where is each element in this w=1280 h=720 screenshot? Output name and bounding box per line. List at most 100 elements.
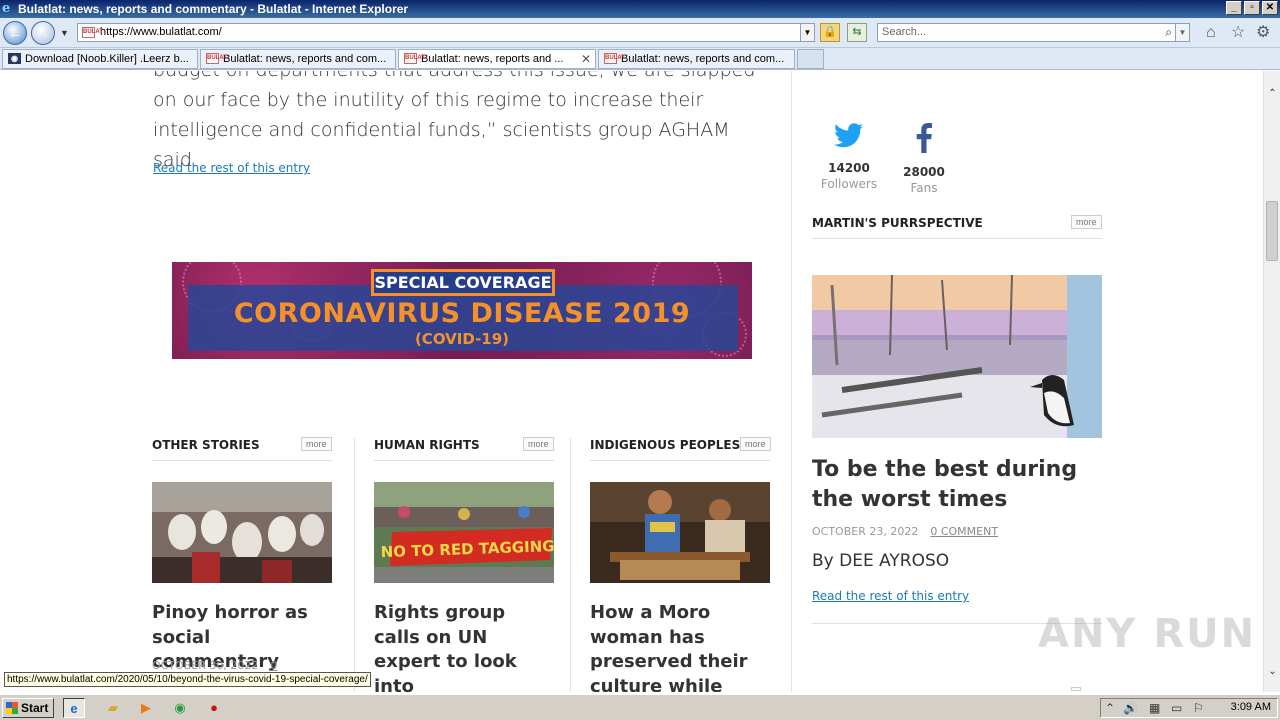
opera-icon[interactable]: ●: [203, 698, 225, 718]
human-rights-thumbnail[interactable]: NO TO RED TAGGING!: [374, 482, 554, 583]
address-bar[interactable]: BULAT https://www.bulatlat.com/ ▼: [77, 23, 815, 42]
tab-bulatlat-1[interactable]: BULAT Bulatlat: news, reports and com...: [200, 49, 396, 69]
tab-bulatlat-active[interactable]: BULAT Bulatlat: news, reports and ... ✕: [398, 49, 596, 69]
address-text: https://www.bulatlat.com/: [100, 26, 222, 38]
twitter-bird-icon: [818, 123, 880, 157]
restore-button[interactable]: ▫: [1244, 1, 1260, 15]
other-stories-more-button[interactable]: more: [301, 437, 332, 451]
section-underline: [812, 238, 1102, 239]
download-favicon-icon: ◉: [8, 53, 21, 64]
article-read-more-link[interactable]: Read the rest of this entry: [153, 161, 310, 175]
scroll-down-icon[interactable]: ⌄: [1264, 663, 1280, 680]
ie-taskbar-icon[interactable]: e: [63, 698, 85, 718]
search-input[interactable]: Search...: [882, 26, 926, 38]
clock[interactable]: 3:09 AM: [1231, 701, 1271, 713]
navigation-bar: ← → ▼ BULAT https://www.bulatlat.com/ ▼ …: [0, 18, 1280, 48]
action-center-flag-icon[interactable]: ⚐: [1193, 700, 1204, 716]
banner-subheadline: (COVID-19): [414, 330, 510, 348]
back-button[interactable]: ←: [3, 21, 27, 45]
chrome-icon[interactable]: ◉: [169, 698, 191, 718]
taskbar: Start e ▰ ▶ ◉ ● ⌃ 🔊 ▦ ▭ ⚐ 3:09 AM: [0, 694, 1280, 720]
story-comment-count[interactable]: 0: [270, 659, 277, 672]
purrspective-meta: OCTOBER 23, 2022 0 COMMENT: [812, 525, 998, 538]
windows-flag-icon: [6, 702, 18, 714]
site-favicon-icon: BULAT: [82, 27, 103, 38]
home-icon[interactable]: ⌂: [1206, 24, 1216, 42]
facebook-label: Fans: [910, 181, 938, 195]
refresh-icon: ⇆: [852, 26, 862, 38]
protest-masks-image: [152, 482, 332, 583]
start-button[interactable]: Start: [2, 698, 54, 718]
section-underline: [152, 460, 332, 461]
ie-logo-icon: e: [2, 1, 11, 16]
title-bar: e Bulatlat: news, reports and commentary…: [0, 0, 1280, 18]
explorer-folder-icon[interactable]: ▰: [102, 698, 124, 718]
purrspective-date: OCTOBER 23, 2022: [812, 525, 919, 538]
security-lock-button[interactable]: 🔒: [820, 23, 840, 42]
vertical-scrollbar[interactable]: ⌃ ⌄: [1263, 71, 1280, 692]
section-heading-human-rights[interactable]: HUMAN RIGHTS: [374, 438, 480, 452]
lock-icon: 🔒: [823, 26, 837, 38]
human-rights-more-button[interactable]: more: [523, 437, 554, 451]
sidebar-divider: [791, 71, 792, 692]
tab-download[interactable]: ◉ Download [Noob.Killer] .Leerz b...: [2, 49, 198, 69]
facebook-f-icon: [898, 123, 950, 161]
close-button[interactable]: ✕: [1262, 1, 1278, 15]
section-heading-indigenous-peoples[interactable]: INDIGENOUS PEOPLES: [590, 438, 740, 452]
anyrun-watermark: ANY RUN: [1038, 611, 1257, 657]
story-date: OCTOBER 30, 2022: [152, 659, 259, 672]
section-heading-other-stories[interactable]: OTHER STORIES: [152, 438, 260, 452]
address-dropdown-icon[interactable]: ▼: [800, 24, 814, 41]
twitter-counter[interactable]: 14200 Followers: [818, 123, 880, 191]
page-viewport[interactable]: budget on departments that address this …: [0, 71, 1263, 692]
tools-gear-icon[interactable]: ⚙: [1256, 24, 1270, 42]
next-section-more-button[interactable]: [1071, 687, 1081, 691]
indigenous-peoples-more-button[interactable]: more: [740, 437, 771, 451]
tab-label: Bulatlat: news, reports and com...: [223, 53, 387, 65]
covid-special-coverage-banner[interactable]: SPECIAL COVERAGE CORONAVIRUS DISEASE 201…: [172, 262, 752, 359]
volume-icon[interactable]: 🔊: [1123, 700, 1138, 716]
tab-bulatlat-3[interactable]: BULAT Bulatlat: news, reports and com...: [598, 49, 795, 69]
section-heading-martins-purrspective[interactable]: MARTIN'S PURRSPECTIVE: [812, 216, 983, 230]
power-icon[interactable]: ▭: [1171, 700, 1182, 716]
compatibility-refresh-button[interactable]: ⇆: [847, 23, 867, 42]
favorites-star-icon[interactable]: ☆: [1231, 24, 1245, 42]
purrspective-comment-link[interactable]: 0 COMMENT: [930, 525, 998, 538]
recent-pages-dropdown-icon[interactable]: ▼: [60, 28, 69, 38]
twitter-label: Followers: [820, 177, 878, 191]
section-underline: [590, 460, 770, 461]
tab-label: Bulatlat: news, reports and ...: [421, 53, 564, 65]
media-player-icon[interactable]: ▶: [135, 698, 157, 718]
other-stories-thumbnail[interactable]: [152, 482, 332, 583]
minimize-button[interactable]: _: [1226, 1, 1242, 15]
system-tray: ⌃ 🔊 ▦ ▭ ⚐ 3:09 AM: [1100, 698, 1278, 718]
search-dropdown-icon[interactable]: ▼: [1175, 24, 1189, 41]
purrspective-read-more-link[interactable]: Read the rest of this entry: [812, 589, 969, 603]
network-icon[interactable]: ▦: [1149, 700, 1160, 716]
facebook-count: 28000: [903, 165, 945, 179]
tab-label: Download [Noob.Killer] .Leerz b...: [25, 53, 189, 65]
status-url-tooltip: https://www.bulatlat.com/2020/05/10/beyo…: [4, 672, 371, 687]
human-rights-title[interactable]: Rights group calls on UN expert to look …: [374, 601, 554, 692]
bulatlat-favicon-icon: BULAT: [404, 53, 425, 64]
scrollbar-thumb[interactable]: [1266, 201, 1278, 261]
indigenous-peoples-thumbnail[interactable]: [590, 482, 770, 583]
search-icon[interactable]: ⌕: [1165, 24, 1172, 41]
new-tab-button[interactable]: [797, 49, 824, 69]
article-excerpt: budget on departments that address this …: [153, 71, 755, 171]
forward-button[interactable]: →: [31, 21, 55, 45]
purrspective-more-button[interactable]: more: [1071, 215, 1102, 229]
back-arrow-icon: ←: [8, 25, 22, 41]
tab-close-icon[interactable]: ✕: [581, 50, 591, 68]
search-box[interactable]: Search... ⌕ ▼: [877, 23, 1190, 42]
tab-bar: ◉ Download [Noob.Killer] .Leerz b... BUL…: [0, 48, 1280, 70]
scroll-up-icon[interactable]: ⌃: [1264, 85, 1280, 102]
purrspective-title[interactable]: To be the best during the worst times: [812, 455, 1112, 515]
facebook-counter[interactable]: 28000 Fans: [898, 123, 950, 195]
column-divider: [570, 438, 571, 692]
tray-expand-icon[interactable]: ⌃: [1105, 700, 1115, 716]
window-title: Bulatlat: news, reports and commentary -…: [18, 2, 409, 16]
forward-arrow-icon: →: [36, 25, 50, 41]
purrspective-illustration[interactable]: [812, 275, 1102, 438]
indigenous-peoples-title[interactable]: How a Moro woman has preserved their cul…: [590, 601, 775, 692]
